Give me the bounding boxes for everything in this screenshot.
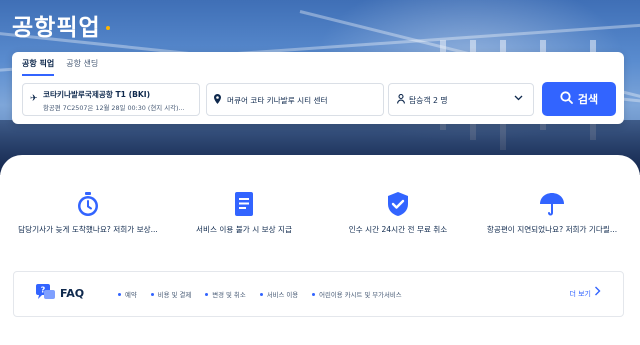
destination-value: 머큐어 코타 키나발루 시티 센터 [227,96,328,105]
feature-label: 서비스 이용 불가 시 보상 지급 [196,225,292,234]
search-card: 공항 픽업 공항 샌딩 ✈ 코타키나발루국제공항 T1 (BKI) 항공편 7C… [12,52,624,124]
faq-more-link[interactable]: 더 보기 [569,289,591,299]
pickup-location-field[interactable]: ✈ 코타키나발루국제공항 T1 (BKI) 항공편 7C2507은 12월 28… [22,83,200,116]
feature-label: 항공편이 지연되었나요? 저희가 기다릴... [486,225,618,234]
faq-link-booking[interactable]: 예약 [118,290,137,299]
feature-label: 담당기사가 늦게 도착했나요? 저희가 보상... [18,225,158,234]
person-icon [397,93,405,107]
tab-airport-sending[interactable]: 공항 샌딩 [66,58,98,76]
tab-bar: 공항 픽업 공항 샌딩 [22,58,98,76]
feature-item: 항공편이 지연되었나요? 저희가 기다릴... [472,190,632,235]
search-button-label: 검색 [577,93,599,106]
airplane-icon: ✈ [30,94,38,104]
faq-links: 예약 비용 및 결제 변경 및 취소 서비스 이용 어린이용 카시트 및 부가서… [118,290,402,299]
feature-label: 인수 시간 24시간 전 무료 취소 [348,225,448,234]
faq-link-changes[interactable]: 변경 및 취소 [205,290,246,299]
stopwatch-icon [78,192,98,216]
page-title: 공항픽업 [12,15,101,41]
map-pin-icon [214,94,221,107]
faq-panel: ? FAQ 예약 비용 및 결제 변경 및 취소 서비스 이용 어린이용 카시트… [13,271,624,317]
passenger-selector[interactable]: 탑승객 2 명 [388,83,534,116]
faq-link-payment[interactable]: 비용 및 결제 [150,290,191,299]
feature-item: 서비스 이용 불가 시 보상 지급 [164,190,324,235]
passenger-count: 탑승객 2 명 [409,96,448,105]
chat-bubble-icon: ? [36,284,56,306]
tab-airport-pickup[interactable]: 공항 픽업 [22,58,55,76]
chevron-right-icon[interactable] [594,286,601,299]
faq-link-child-seat[interactable]: 어린이용 카시트 및 부가서비스 [312,290,402,299]
flight-info: 항공편 7C2507은 12월 28일 00:30 (현지 시각)... [43,104,185,112]
feature-item: 인수 시간 24시간 전 무료 취소 [318,190,478,235]
search-button[interactable]: 검색 [542,82,616,116]
shield-check-icon [388,192,408,216]
chevron-down-icon [514,93,523,105]
title-dot [106,26,110,30]
destination-field[interactable]: 머큐어 코타 키나발루 시티 센터 [206,83,384,116]
feature-list: 담당기사가 늦게 도착했나요? 저희가 보상... 서비스 이용 불가 시 보상… [0,190,640,240]
umbrella-icon [540,193,564,216]
faq-link-service[interactable]: 서비스 이용 [259,290,298,299]
pickup-location-value: 코타키나발루국제공항 T1 (BKI) [43,90,151,99]
search-icon [560,91,573,107]
document-icon [235,192,253,216]
feature-item: 담당기사가 늦게 도착했나요? 저희가 보상... [8,190,168,235]
faq-title: FAQ [60,287,85,300]
